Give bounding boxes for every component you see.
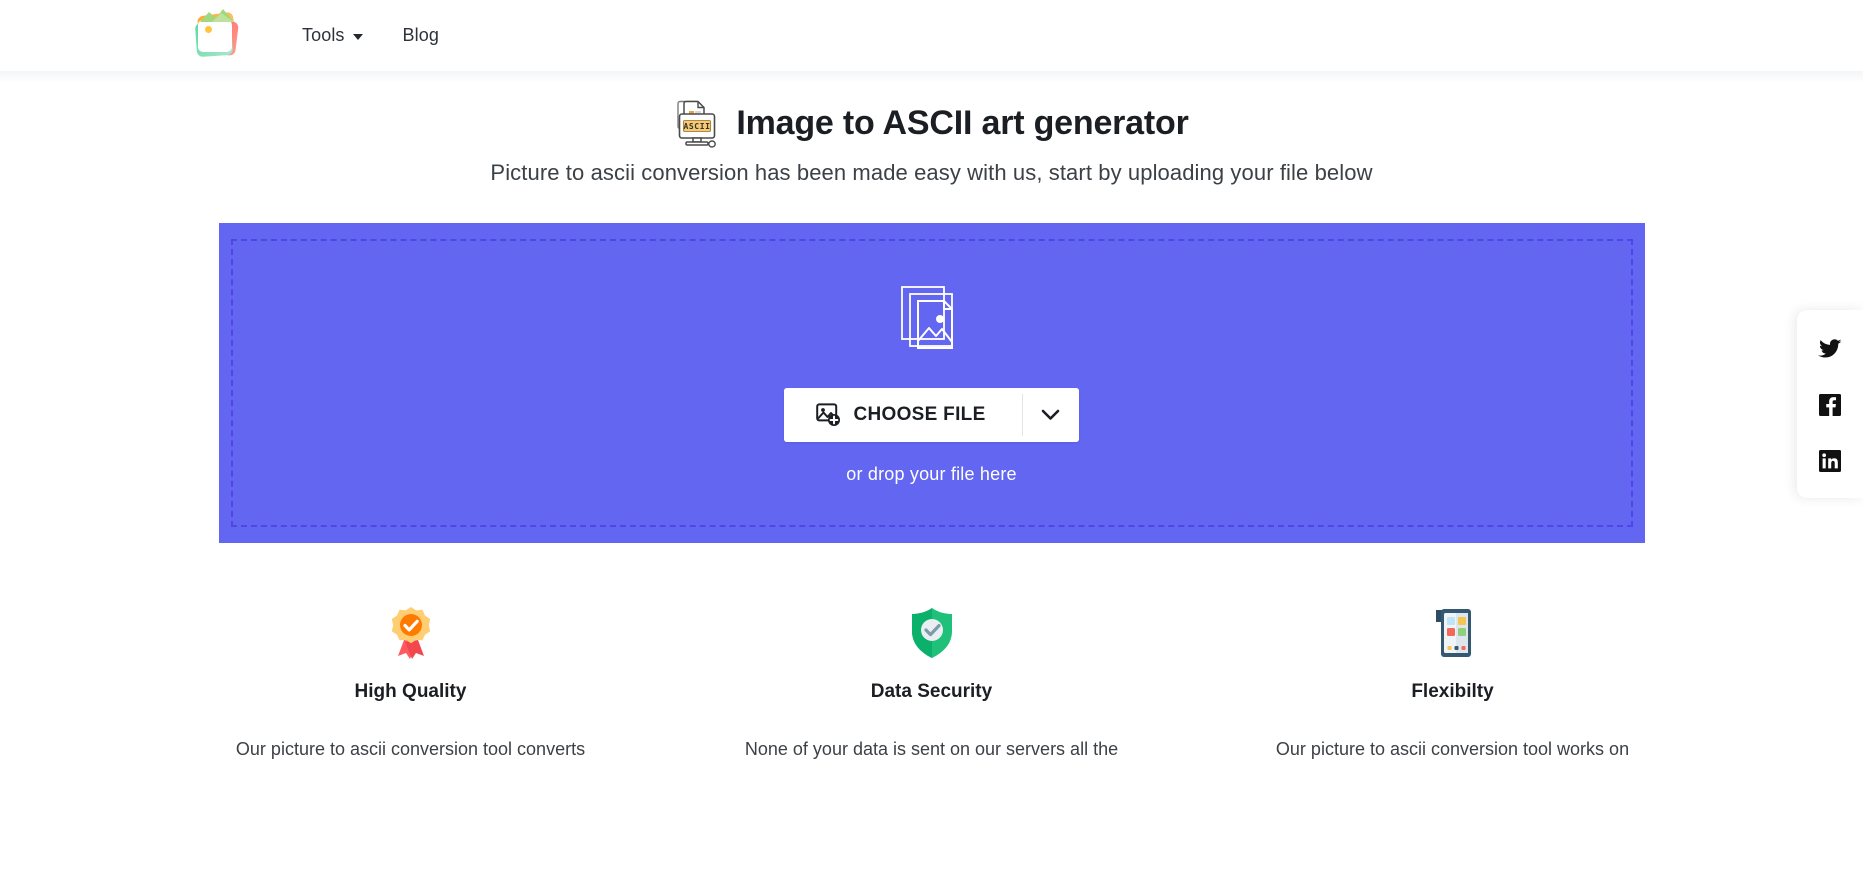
site-header: Tools Blog (0, 0, 1863, 71)
choose-file-button[interactable]: CHOOSE FILE (784, 387, 1022, 442)
logo-image-stack (190, 8, 240, 60)
feature-icon-wrap (701, 605, 1162, 661)
mobile-device-icon (1435, 609, 1471, 657)
feature-high-quality: High Quality Our picture to ascii conver… (150, 605, 671, 763)
linkedin-icon[interactable] (1817, 448, 1843, 474)
shield-check-icon (911, 608, 952, 658)
choose-file-dropdown-button[interactable] (1022, 387, 1079, 442)
feature-icon-wrap (180, 605, 641, 661)
feature-flexibility: Flexibilty Our picture to ascii conversi… (1192, 605, 1713, 763)
quality-badge-icon (391, 607, 430, 659)
page-subtitle: Picture to ascii conversion has been mad… (490, 160, 1373, 185)
chevron-down-icon (352, 34, 363, 40)
facebook-f-icon (1819, 394, 1841, 416)
file-dropzone[interactable]: CHOOSE FILE or drop your file here (218, 223, 1645, 543)
main-navigation: Tools Blog (302, 25, 439, 46)
nav-item-tools-label: Tools (302, 25, 345, 45)
linkedin-in-icon (1819, 450, 1841, 472)
chevron-down-icon (1041, 409, 1060, 420)
nav-item-tools[interactable]: Tools (302, 25, 363, 46)
feature-data-security: Data Security None of your data is sent … (671, 605, 1192, 763)
nav-item-blog[interactable]: Blog (403, 25, 439, 46)
file-dropzone-inner: CHOOSE FILE or drop your file here (230, 239, 1633, 527)
logo-card-front (198, 8, 234, 52)
hero-title-row: ASCII Image to ASCII art generator (0, 100, 1863, 148)
feature-description: Our picture to ascii conversion tool con… (235, 739, 586, 759)
hero-section: ASCII Image to ASCII art generator Pictu… (0, 83, 1863, 543)
header-bottom-fade (0, 71, 1863, 83)
svg-text:ASCII: ASCII (684, 122, 711, 131)
site-logo[interactable] (190, 8, 244, 63)
image-stack-icon (900, 285, 953, 349)
feature-icon-wrap (1222, 605, 1683, 661)
feature-description: Our picture to ascii conversion tool wor… (1275, 739, 1630, 759)
choose-file-group: CHOOSE FILE (784, 387, 1079, 442)
facebook-icon[interactable] (1817, 392, 1843, 418)
feature-title: Flexibilty (1411, 681, 1494, 702)
twitter-icon[interactable] (1817, 336, 1843, 362)
choose-file-label: CHOOSE FILE (853, 403, 986, 425)
twitter-bird-icon (1818, 339, 1842, 358)
ascii-monitor-icon: ASCII (677, 100, 717, 148)
add-image-icon (816, 403, 841, 426)
page-title: Image to ASCII art generator (736, 104, 1189, 143)
nav-item-blog-label: Blog (402, 25, 439, 45)
features-section: High Quality Our picture to ascii conver… (0, 605, 1863, 763)
social-share-rail (1797, 310, 1863, 498)
feature-title: Data Security (870, 681, 993, 702)
feature-description: None of your data is sent on our servers… (744, 739, 1119, 759)
drop-hint-text: or drop your file here (846, 463, 1017, 484)
feature-title: High Quality (354, 681, 467, 702)
